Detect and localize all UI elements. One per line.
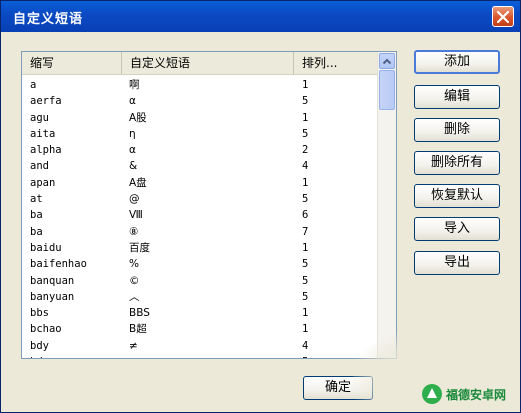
abbr-cell: apan [30, 176, 56, 189]
window-title: 自定义短语 [13, 12, 84, 27]
vertical-scrollbar[interactable] [377, 52, 396, 358]
phrase-cell: ≠ [129, 339, 138, 352]
list-item[interactable]: ba ⑧ 7 [22, 224, 378, 240]
order-cell: 1 [302, 176, 309, 189]
import-button[interactable]: 导入 [414, 217, 500, 241]
phrase-cell: α [129, 95, 136, 108]
abbr-cell: banyuan [30, 290, 75, 303]
abbr-cell: bdy [30, 339, 49, 352]
phrase-cell: ≯ [129, 354, 138, 358]
phrase-cell: ⑧ [129, 225, 139, 238]
edit-button[interactable]: 编辑 [414, 85, 500, 109]
abbr-cell: alpha [30, 144, 62, 157]
abbr-cell: agu [30, 111, 49, 124]
list-item[interactable]: banquan © 5 [22, 273, 378, 289]
list-item[interactable]: ba Ⅷ 6 [22, 207, 378, 223]
order-cell: 4 [302, 160, 309, 173]
restore-default-button[interactable]: 恢复默认 [414, 184, 500, 208]
list-header: 缩写 自定义短语 排列... [22, 52, 378, 75]
list-item[interactable]: at @5 [22, 191, 378, 207]
scroll-thumb[interactable] [379, 70, 395, 110]
phrase-cell: A股 [129, 111, 147, 124]
phrase-cell: BBS [129, 307, 150, 320]
phrase-list[interactable]: 缩写 自定义短语 排列... a 啊 1 aerfa α 5 agu A股 1 aita η 5 alp… [21, 51, 397, 359]
order-cell: 7 [302, 225, 309, 238]
watermark-logo-icon [422, 384, 442, 404]
order-cell: 1 [302, 111, 309, 124]
list-item[interactable]: aerfa α 5 [22, 93, 378, 109]
abbr-cell: bchao [30, 323, 62, 336]
phrase-cell: & [129, 160, 138, 173]
chevron-up-icon [382, 58, 392, 65]
list-item[interactable]: banyuan ︿ 5 [22, 289, 378, 305]
abbr-cell: banquan [30, 274, 75, 287]
order-cell: 5 [302, 274, 309, 287]
scroll-up-button[interactable] [379, 53, 395, 69]
list-item[interactable]: alpha α 2 [22, 142, 378, 158]
list-item[interactable]: apan A盘 1 [22, 175, 378, 191]
order-cell: 2 [302, 144, 309, 157]
abbr-cell: ba [30, 225, 43, 238]
order-cell: 5 [302, 193, 309, 206]
phrase-cell: A盘 [129, 176, 147, 189]
phrase-cell: @ [129, 193, 140, 206]
order-cell: 1 [302, 307, 309, 320]
column-header-phrase[interactable]: 自定义短语 [122, 52, 294, 74]
list-item[interactable]: baidu 百度 1 [22, 240, 378, 256]
title-bar[interactable]: 自定义短语 [1, 1, 520, 32]
list-item[interactable]: baifenhao% 5 [22, 256, 378, 272]
list-item[interactable]: and & 4 [22, 158, 378, 174]
add-button[interactable]: 添加 [414, 50, 500, 74]
phrase-cell: 百度 [129, 241, 150, 254]
order-cell: 6 [302, 209, 309, 222]
list-item[interactable]: agu A股 1 [22, 110, 378, 126]
order-cell: 4 [302, 339, 309, 352]
list-item[interactable]: aita η 5 [22, 126, 378, 142]
phrase-cell: α [129, 144, 136, 157]
abbr-cell: aerfa [30, 95, 62, 108]
abbr-cell: at [30, 193, 43, 206]
abbr-cell: baidu [30, 241, 62, 254]
abbr-cell: bbs [30, 307, 49, 320]
phrase-cell: Ⅷ [129, 209, 143, 222]
abbr-cell: and [30, 160, 49, 173]
abbr-cell: bdy [30, 354, 49, 358]
order-cell: 5 [302, 290, 309, 303]
export-button[interactable]: 导出 [414, 251, 500, 275]
list-rows: a 啊 1 aerfa α 5 agu A股 1 aita η 5 alpha α 2 and & 4 apan A盘… [22, 77, 378, 358]
custom-phrase-dialog: 自定义短语 缩写 自定义短语 排列... a 啊 1 aerfa α 5 agu A股 1 ait… [0, 0, 521, 413]
phrase-cell: B超 [129, 323, 147, 336]
order-cell: 1 [302, 241, 309, 254]
column-header-abbr[interactable]: 缩写 [22, 52, 122, 74]
list-item[interactable]: a 啊 1 [22, 77, 378, 93]
order-cell: 5 [302, 354, 308, 358]
close-icon [497, 11, 509, 23]
list-item[interactable]: bbs BBS 1 [22, 305, 378, 321]
list-item[interactable]: bdy ≯ 5 [22, 354, 378, 358]
abbr-cell: baifenhao [30, 258, 87, 271]
abbr-cell: a [30, 79, 37, 91]
order-cell: 5 [302, 95, 309, 108]
close-button[interactable] [492, 6, 514, 27]
list-item[interactable]: bchao B超 1 [22, 321, 378, 337]
list-item[interactable]: bdy ≠ 4 [22, 338, 378, 354]
delete-all-button[interactable]: 删除所有 [414, 151, 500, 175]
column-header-order[interactable]: 排列... [294, 52, 378, 74]
order-cell: 1 [302, 79, 309, 91]
abbr-cell: aita [30, 127, 56, 140]
phrase-cell: % [129, 258, 139, 271]
phrase-cell: η [129, 127, 136, 140]
phrase-cell: ︿ [129, 290, 140, 303]
watermark-text: 福德安卓网 [446, 388, 507, 402]
phrase-cell: 啊 [129, 79, 140, 91]
phrase-cell: © [129, 274, 140, 287]
abbr-cell: ba [30, 209, 43, 222]
order-cell: 5 [302, 258, 309, 271]
order-cell: 5 [302, 127, 309, 140]
order-cell: 1 [302, 323, 309, 336]
delete-button[interactable]: 删除 [414, 118, 500, 142]
